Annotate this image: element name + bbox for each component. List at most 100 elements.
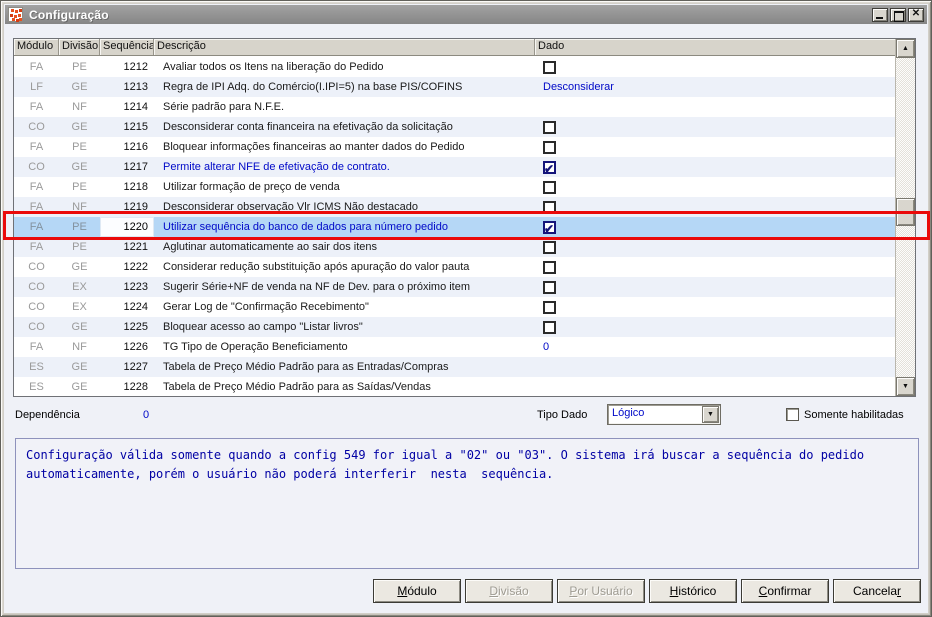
cell-modulo: CO bbox=[28, 261, 45, 273]
minimize-icon[interactable] bbox=[872, 7, 888, 22]
cell-sequencia: 1213 bbox=[123, 81, 148, 93]
table-row[interactable]: CO GE 1217 Permite alterar NFE de efetivaçã… bbox=[14, 157, 895, 177]
title-bar[interactable]: Configuração bbox=[5, 5, 927, 24]
table-row[interactable]: CO GE 1222 Considerar redução substituição … bbox=[14, 257, 895, 277]
cell-dado bbox=[538, 237, 895, 257]
cell-dado bbox=[538, 177, 895, 197]
cell-modulo: FA bbox=[29, 201, 44, 213]
column-header-sequencia[interactable]: Sequência bbox=[100, 39, 154, 55]
table-row[interactable]: FA PE 1212 Avaliar todos os Itens na libera… bbox=[14, 57, 895, 77]
cell-divisao: EX bbox=[72, 281, 87, 293]
cell-descricao: Avaliar todos os Itens na liberação do P… bbox=[163, 61, 384, 73]
tipo-dado-label: Tipo Dado bbox=[537, 409, 588, 421]
cell-descricao: Bloquear acesso ao campo "Listar livros" bbox=[163, 321, 363, 333]
dado-checkbox-unchecked[interactable] bbox=[543, 280, 556, 294]
scroll-down-icon[interactable]: ▼ bbox=[896, 377, 915, 396]
maximize-icon[interactable] bbox=[890, 7, 906, 22]
table-row[interactable]: CO GE 1225 Bloquear acesso ao campo "Listar… bbox=[14, 317, 895, 337]
dado-value[interactable]: 0 bbox=[543, 337, 549, 357]
cell-divisao: GE bbox=[71, 261, 88, 273]
table-row[interactable]: ES GE 1228 Tabela de Preço Médio Padrão par… bbox=[14, 377, 895, 396]
table-row[interactable]: FA PE 1216 Bloquear informações financeiras… bbox=[14, 137, 895, 157]
cell-dado bbox=[538, 277, 895, 297]
cell-modulo: CO bbox=[28, 301, 45, 313]
close-icon[interactable] bbox=[908, 7, 924, 22]
chevron-down-icon[interactable]: ▼ bbox=[702, 406, 719, 423]
cell-dado bbox=[538, 377, 895, 396]
cell-sequencia: 1218 bbox=[123, 181, 148, 193]
cell-dado bbox=[538, 257, 895, 277]
cell-descricao: Utilizar formação de preço de venda bbox=[163, 181, 340, 193]
tipo-dado-select[interactable]: Lógico ▼ bbox=[607, 404, 721, 425]
table-row[interactable]: FA NF 1214 Série padrão para N.F.E. bbox=[14, 97, 895, 117]
configuracao-dialog: Configuração Módulo Divisão Sequência De… bbox=[0, 0, 932, 617]
app-icon bbox=[8, 7, 23, 22]
cancelar-button[interactable]: Cancelar bbox=[833, 579, 921, 603]
table-row[interactable]: LF GE 1213 Regra de IPI Adq. do Comércio(I.… bbox=[14, 77, 895, 97]
cell-modulo: FA bbox=[29, 101, 44, 113]
cell-descricao: Regra de IPI Adq. do Comércio(I.IPI=5) n… bbox=[163, 81, 463, 93]
sequencia-edit-field[interactable]: 1220 bbox=[100, 217, 154, 237]
confirmar-button[interactable]: Confirmar bbox=[741, 579, 829, 603]
cell-modulo: FA bbox=[29, 61, 44, 73]
cell-modulo: ES bbox=[29, 361, 44, 373]
cell-descricao: Tabela de Preço Médio Padrão para as Ent… bbox=[163, 361, 449, 373]
cell-sequencia: 1214 bbox=[123, 101, 148, 113]
table-row[interactable]: FA NF 1219 Desconsiderar observação Vlr ICM… bbox=[14, 197, 895, 217]
table-row[interactable]: CO EX 1224 Gerar Log de "Confirmação Recebi… bbox=[14, 297, 895, 317]
column-header-descricao[interactable]: Descrição bbox=[154, 39, 535, 55]
cell-sequencia: 1216 bbox=[123, 141, 148, 153]
somente-habilitadas-checkbox[interactable] bbox=[786, 408, 799, 421]
table-row[interactable]: FA NF 1226 TG Tipo de Operação Beneficiamen… bbox=[14, 337, 895, 357]
dado-value[interactable]: Desconsiderar bbox=[543, 77, 614, 97]
cell-sequencia: 1220 bbox=[100, 217, 154, 237]
cell-divisao: PE bbox=[72, 181, 87, 193]
cell-modulo: CO bbox=[28, 121, 45, 133]
table-row[interactable]: FA PE 1220 Utilizar sequência do banco de d… bbox=[14, 217, 895, 237]
table-row[interactable]: CO GE 1215 Desconsiderar conta financeira n… bbox=[14, 117, 895, 137]
dado-checkbox-unchecked[interactable] bbox=[543, 120, 556, 134]
somente-habilitadas-label: Somente habilitadas bbox=[804, 409, 904, 421]
dado-checkbox-unchecked[interactable] bbox=[543, 180, 556, 194]
config-description-memo: Configuração válida somente quando a con… bbox=[15, 438, 919, 569]
cell-modulo: CO bbox=[28, 161, 45, 173]
dado-checkbox-unchecked[interactable] bbox=[543, 200, 556, 214]
modulo-button[interactable]: Módulo bbox=[373, 579, 461, 603]
cell-sequencia: 1219 bbox=[123, 201, 148, 213]
cell-descricao: Tabela de Preço Médio Padrão para as Saí… bbox=[163, 381, 431, 393]
cell-sequencia: 1224 bbox=[123, 301, 148, 313]
historico-button[interactable]: Histórico bbox=[649, 579, 737, 603]
cell-divisao: PE bbox=[72, 241, 87, 253]
cell-descricao: Sugerir Série+NF de venda na NF de Dev. … bbox=[163, 281, 471, 293]
dado-checkbox-checked[interactable] bbox=[543, 159, 556, 177]
dado-checkbox-checked[interactable] bbox=[543, 219, 556, 237]
dado-checkbox-unchecked[interactable] bbox=[543, 320, 556, 334]
dado-checkbox-unchecked[interactable] bbox=[543, 300, 556, 314]
cell-sequencia: 1228 bbox=[123, 381, 148, 393]
por-usuario-button[interactable]: Por Usuário bbox=[557, 579, 645, 603]
cell-divisao: PE bbox=[72, 141, 87, 153]
column-header-divisao[interactable]: Divisão bbox=[59, 39, 100, 55]
column-header-modulo[interactable]: Módulo bbox=[14, 39, 59, 55]
dado-checkbox-unchecked[interactable] bbox=[543, 140, 556, 154]
table-row[interactable]: FA PE 1218 Utilizar formação de preço de ve… bbox=[14, 177, 895, 197]
cell-modulo: CO bbox=[28, 321, 45, 333]
grid-body: FA PE 1212 Avaliar todos os Itens na libera… bbox=[14, 57, 895, 396]
scroll-thumb[interactable] bbox=[896, 198, 915, 226]
dado-checkbox-unchecked[interactable] bbox=[543, 260, 556, 274]
scroll-up-icon[interactable]: ▲ bbox=[896, 39, 915, 58]
vertical-scrollbar[interactable]: ▲ ▼ bbox=[895, 39, 915, 396]
column-header-dado[interactable]: Dado bbox=[535, 39, 895, 55]
table-row[interactable]: CO EX 1223 Sugerir Série+NF de venda na NF … bbox=[14, 277, 895, 297]
cell-dado bbox=[538, 117, 895, 137]
cell-modulo: FA bbox=[29, 221, 44, 233]
table-row[interactable]: FA PE 1221 Aglutinar automaticamente ao sai… bbox=[14, 237, 895, 257]
cell-divisao: GE bbox=[71, 361, 88, 373]
dado-checkbox-unchecked[interactable] bbox=[543, 60, 556, 74]
cell-divisao: GE bbox=[71, 81, 88, 93]
table-row[interactable]: ES GE 1227 Tabela de Preço Médio Padrão par… bbox=[14, 357, 895, 377]
dado-checkbox-unchecked[interactable] bbox=[543, 240, 556, 254]
cell-dado bbox=[538, 297, 895, 317]
cell-dado bbox=[538, 317, 895, 337]
divisao-button[interactable]: Divisão bbox=[465, 579, 553, 603]
